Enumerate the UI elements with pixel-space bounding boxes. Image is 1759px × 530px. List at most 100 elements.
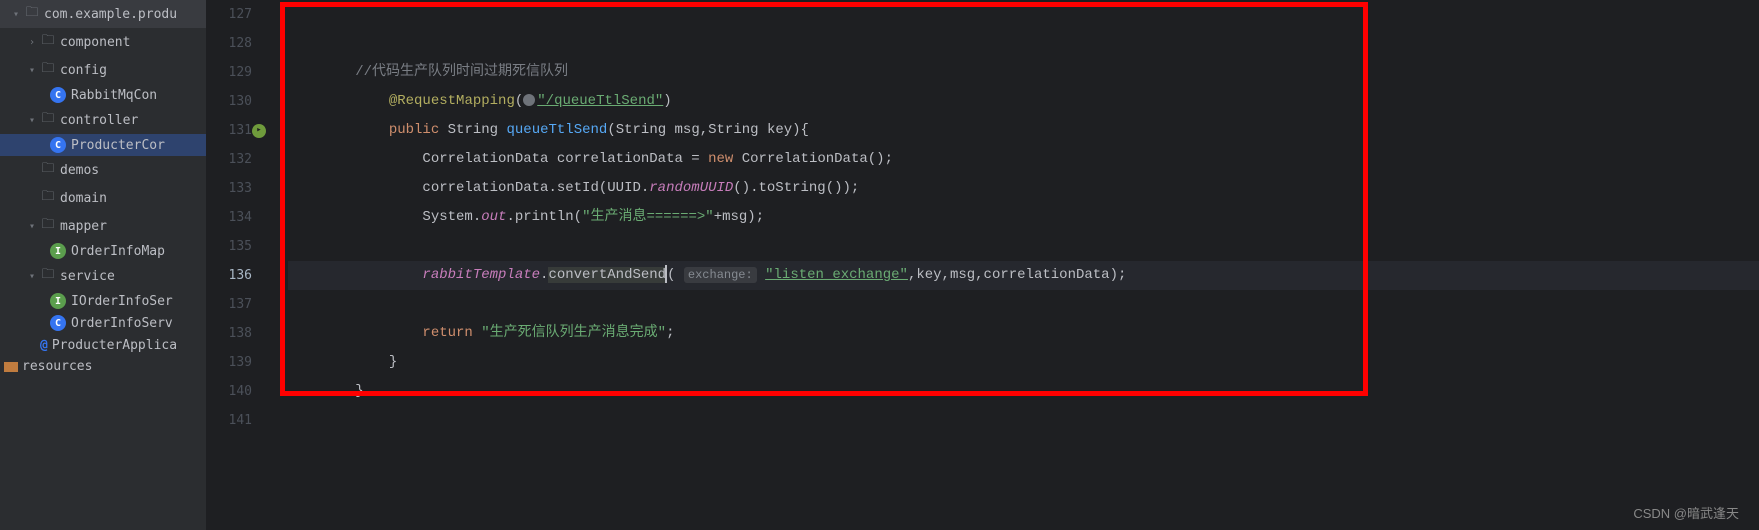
folder-icon: 🗀 xyxy=(40,159,56,181)
folder-icon: 🗀 xyxy=(40,31,56,53)
cursor xyxy=(665,265,667,283)
rabbit-template: rabbitTemplate xyxy=(422,267,540,283)
tree-class-rabbitmqcon[interactable]: C RabbitMqCon xyxy=(0,84,206,106)
code-editor[interactable]: //代码生产队列时间过期死信队列 @RequestMapping("/queue… xyxy=(268,0,1759,530)
tree-label: ProducterApplica xyxy=(52,338,177,353)
chevron-right-icon: › xyxy=(24,34,40,50)
project-sidebar[interactable]: ▾ 🗀 com.example.produ › 🗀 component ▾ 🗀 … xyxy=(0,0,206,530)
tree-label: config xyxy=(60,63,107,78)
tree-label: OrderInfoServ xyxy=(71,316,173,331)
line-number[interactable]: 132 xyxy=(206,145,252,174)
tree-label: com.example.produ xyxy=(44,7,177,22)
gutter[interactable]: 127 128 129 130 131▸ 132 133 134 135 136… xyxy=(206,0,268,530)
line-number[interactable]: 141 xyxy=(206,406,252,435)
tree-label: domain xyxy=(60,191,107,206)
line-number[interactable]: 128 xyxy=(206,29,252,58)
string: "生产死信队列生产消息完成" xyxy=(481,325,666,341)
line-number[interactable]: 137 xyxy=(206,290,252,319)
chevron-down-icon: ▾ xyxy=(8,6,24,22)
run-icon: @ xyxy=(40,338,48,353)
code-line[interactable]: public String queueTtlSend(String msg,St… xyxy=(288,116,1759,145)
code-line[interactable]: CorrelationData correlationData = new Co… xyxy=(288,145,1759,174)
code-line[interactable]: return "生产死信队列生产消息完成"; xyxy=(288,319,1759,348)
annotation: @RequestMapping xyxy=(389,93,515,109)
code-line[interactable] xyxy=(288,232,1759,261)
tree-label: OrderInfoMap xyxy=(71,244,165,259)
tree-folder-service[interactable]: ▾ 🗀 service xyxy=(0,262,206,290)
code-line[interactable]: System.out.println("生产消息======>"+msg); xyxy=(288,203,1759,232)
type: CorrelationData xyxy=(422,151,548,167)
static-method: randomUUID xyxy=(649,180,733,196)
line-number[interactable]: 127 xyxy=(206,0,252,29)
line-number[interactable]: 129 xyxy=(206,58,252,87)
tree-interface-iorderinfoserv[interactable]: I IOrderInfoSer xyxy=(0,290,206,312)
line-number[interactable]: 133 xyxy=(206,174,252,203)
tree-label: IOrderInfoSer xyxy=(71,294,173,309)
code-line[interactable]: } xyxy=(288,348,1759,377)
watermark: CSDN @暗武逢天 xyxy=(1633,503,1739,522)
line-number[interactable]: 140 xyxy=(206,377,252,406)
code-line-active[interactable]: rabbitTemplate.convertAndSend( exchange:… xyxy=(288,261,1759,290)
tree-folder-component[interactable]: › 🗀 component xyxy=(0,28,206,56)
folder-icon: 🗀 xyxy=(40,187,56,209)
code-line[interactable]: correlationData.setId(UUID.randomUUID().… xyxy=(288,174,1759,203)
class-icon: C xyxy=(50,137,66,153)
chevron-placeholder xyxy=(24,337,40,353)
param-hint: exchange: xyxy=(684,267,757,283)
tree-folder-config[interactable]: ▾ 🗀 config xyxy=(0,56,206,84)
line-number[interactable]: 136 xyxy=(206,261,252,290)
tree-label: component xyxy=(60,35,130,50)
tree-label: ProducterCor xyxy=(71,138,165,153)
tree-class-orderinfoserv[interactable]: C OrderInfoServ xyxy=(0,312,206,334)
method-name: queueTtlSend xyxy=(506,122,607,138)
chevron-placeholder xyxy=(24,162,40,178)
tree-package-root[interactable]: ▾ 🗀 com.example.produ xyxy=(0,0,206,28)
folder-icon: 🗀 xyxy=(24,3,40,25)
string: "listen_exchange" xyxy=(765,267,908,283)
editor-area: 127 128 129 130 131▸ 132 133 134 135 136… xyxy=(206,0,1759,530)
interface-icon: I xyxy=(50,243,66,259)
run-gutter-icon[interactable]: ▸ xyxy=(252,124,266,138)
code-line[interactable] xyxy=(288,29,1759,58)
chevron-down-icon: ▾ xyxy=(24,218,40,234)
tree-folder-demos[interactable]: 🗀 demos xyxy=(0,156,206,184)
tree-label: resources xyxy=(22,359,92,374)
tree-folder-domain[interactable]: 🗀 domain xyxy=(0,184,206,212)
line-number[interactable]: 135 xyxy=(206,232,252,261)
tree-folder-controller[interactable]: ▾ 🗀 controller xyxy=(0,106,206,134)
tree-class-productercon[interactable]: C ProducterCor xyxy=(0,134,206,156)
interface-icon: I xyxy=(50,293,66,309)
tree-class-producterapp[interactable]: @ ProducterApplica xyxy=(0,334,206,356)
tree-interface-orderinfomap[interactable]: I OrderInfoMap xyxy=(0,240,206,262)
tree-label: demos xyxy=(60,163,99,178)
field: out xyxy=(481,209,506,225)
code-line[interactable] xyxy=(288,290,1759,319)
globe-icon xyxy=(523,94,535,106)
tree-resources[interactable]: resources xyxy=(0,356,206,377)
line-number[interactable]: 131▸ xyxy=(206,116,252,145)
folder-icon: 🗀 xyxy=(40,109,56,131)
line-number[interactable]: 138 xyxy=(206,319,252,348)
chevron-down-icon: ▾ xyxy=(24,268,40,284)
code-line[interactable] xyxy=(288,406,1759,435)
tree-folder-mapper[interactable]: ▾ 🗀 mapper xyxy=(0,212,206,240)
folder-icon: 🗀 xyxy=(40,59,56,81)
folder-icon: 🗀 xyxy=(40,265,56,287)
keyword: new xyxy=(708,151,733,167)
params: (String msg,String key){ xyxy=(607,122,809,138)
line-number[interactable]: 139 xyxy=(206,348,252,377)
chevron-down-icon: ▾ xyxy=(24,112,40,128)
line-number[interactable]: 134 xyxy=(206,203,252,232)
keyword: public xyxy=(389,122,439,138)
chevron-down-icon: ▾ xyxy=(24,62,40,78)
code-line[interactable] xyxy=(288,0,1759,29)
code-comment: //代码生产队列时间过期死信队列 xyxy=(355,64,568,80)
line-number[interactable]: 130 xyxy=(206,87,252,116)
method-highlighted: convertAndSend xyxy=(548,267,666,283)
code-line[interactable]: //代码生产队列时间过期死信队列 xyxy=(288,58,1759,87)
code-line[interactable]: } xyxy=(288,377,1759,406)
code-line[interactable]: @RequestMapping("/queueTtlSend") xyxy=(288,87,1759,116)
class-icon: C xyxy=(50,87,66,103)
tree-label: mapper xyxy=(60,219,107,234)
type: String xyxy=(448,122,498,138)
